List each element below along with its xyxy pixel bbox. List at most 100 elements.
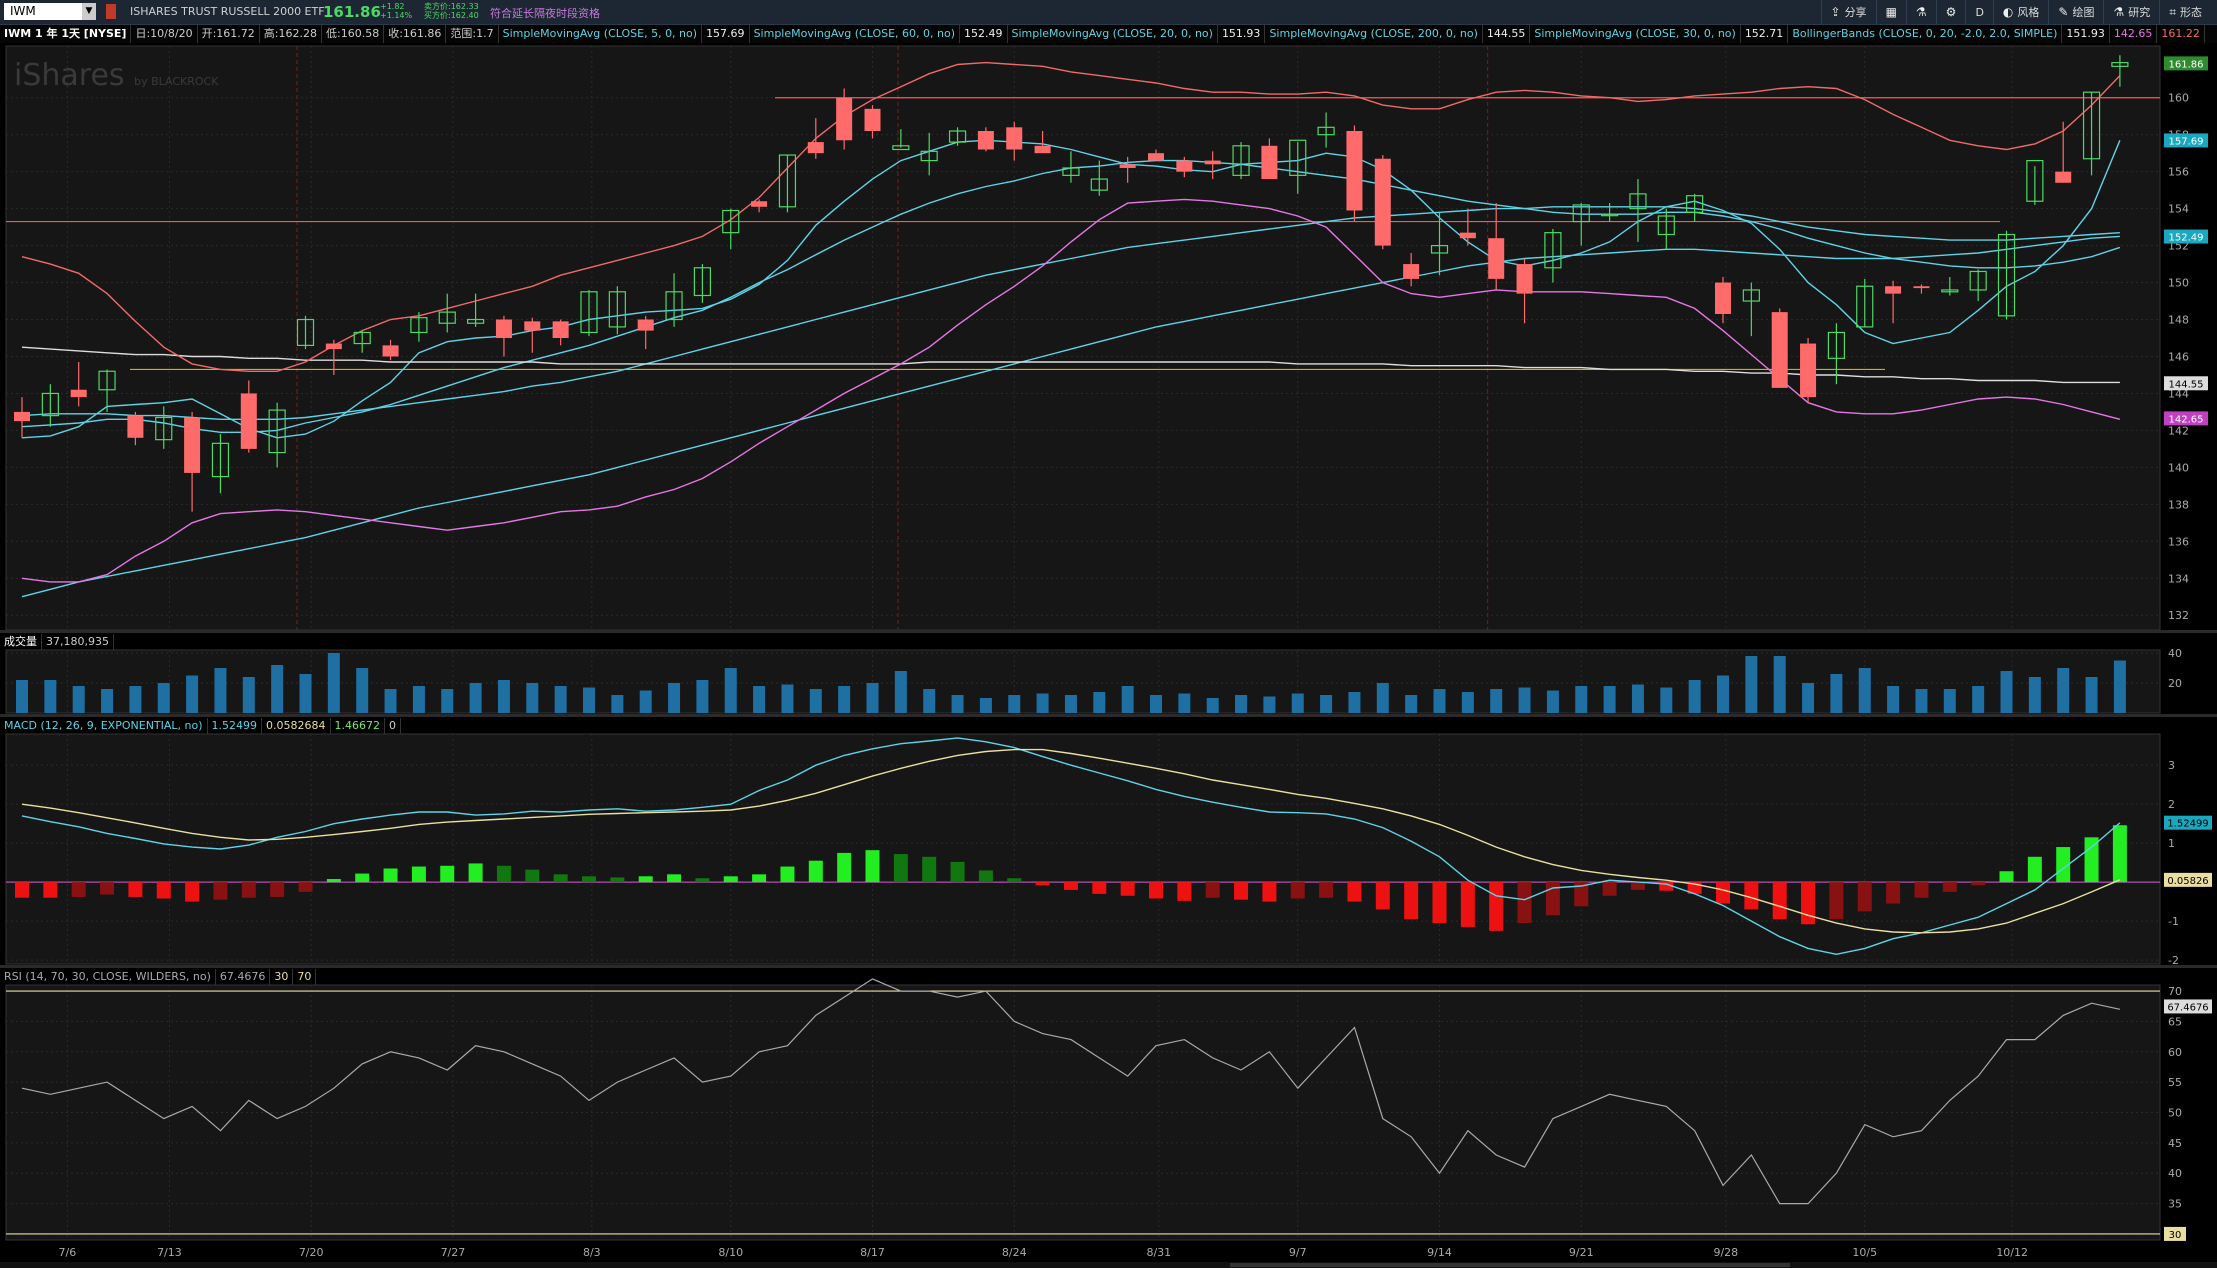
volume-bar	[1887, 686, 1900, 713]
candle-body	[1148, 153, 1164, 161]
candle-body	[977, 131, 994, 150]
macd-histogram-bar	[1460, 882, 1475, 927]
candle-body	[127, 415, 144, 438]
chart-symbol-label[interactable]: IWM 1 年 1天 [NYSE]	[0, 25, 132, 43]
x-tick-label: 9/7	[1289, 1246, 1307, 1259]
volume-bar	[1263, 696, 1276, 713]
price-tick-label: 146	[2168, 350, 2189, 363]
volume-bar	[951, 695, 964, 713]
macd-histogram-bar	[1035, 882, 1050, 886]
candle-body	[1459, 232, 1476, 239]
volume-bar	[1405, 695, 1418, 713]
study-value: 151.93	[1218, 25, 1266, 43]
macd-diff: 1.46672	[331, 718, 386, 734]
volume-bar	[157, 683, 170, 713]
candle-body	[836, 97, 853, 141]
bar-open: 开:161.72	[198, 25, 260, 43]
chart-canvas[interactable]: 7/6 7/13 7/20 7/27 8/3 8/10 8/17 8/24 8/31 9/7 9/1…	[0, 0, 2217, 1268]
x-tick-label: 10/5	[1852, 1246, 1877, 1259]
volume-bar	[1972, 686, 1985, 713]
price-tick-label: 136	[2168, 535, 2189, 548]
rsi-os-badge-label: 30	[2169, 1230, 2182, 1241]
volume-bar	[412, 686, 425, 713]
ext-hours-badge: 符合延长隔夜时段资格	[490, 7, 600, 20]
toolbar-button-8[interactable]: ⌗ 形态	[2159, 0, 2211, 24]
toolbar-button-7[interactable]: ⚗ 研究	[2103, 0, 2159, 24]
toolbar-button-4[interactable]: D	[1965, 0, 1992, 24]
last-price: 161.86	[323, 3, 381, 21]
macd-histogram-bar	[1149, 882, 1163, 899]
rsi-tick-label: 35	[2168, 1198, 2182, 1211]
volume-bar	[1858, 668, 1871, 713]
macd-histogram-bar	[1205, 882, 1220, 898]
toolbar-button-5[interactable]: ◐ 风格	[1992, 0, 2048, 24]
study-value: 157.69	[702, 25, 750, 43]
toolbar-button-label: 分享	[1844, 6, 1867, 19]
bollinger-label[interactable]: BollingerBands (CLOSE, 0, 20, -2.0, 2.0,…	[1788, 25, 2063, 43]
volume-bar	[1150, 695, 1162, 713]
rsi-value: 67.4676	[216, 969, 271, 985]
study-label[interactable]: SimpleMovingAvg (CLOSE, 20, 0, no)	[1008, 25, 1218, 43]
volume-bar	[2085, 677, 2098, 713]
volume-bar	[1008, 695, 1021, 713]
study-label[interactable]: SimpleMovingAvg (CLOSE, 60, 0, no)	[750, 25, 960, 43]
toolbar-button-6[interactable]: ✎ 绘图	[2048, 0, 2103, 24]
bollinger-mid: 151.93	[2062, 25, 2110, 43]
macd-histogram-bar	[865, 850, 880, 883]
macd-histogram-bar	[2027, 856, 2042, 883]
candle-body	[325, 343, 342, 350]
macd-histogram-bar	[610, 877, 625, 883]
toolbar-button-1[interactable]: ▦	[1875, 0, 1906, 24]
study-label[interactable]: SimpleMovingAvg (CLOSE, 5, 0, no)	[499, 25, 703, 43]
macd-badge-label: 0.05826	[2167, 876, 2208, 887]
study-label[interactable]: SimpleMovingAvg (CLOSE, 30, 0, no)	[1530, 25, 1741, 43]
candle-body	[1715, 282, 1731, 314]
volume-bar	[724, 668, 737, 713]
bar-low: 低:160.58	[322, 25, 385, 43]
volume-title[interactable]: 成交量	[0, 634, 42, 650]
toolbar-button-3[interactable]: ⚙	[1935, 0, 1966, 24]
macd-header: MACD (12, 26, 9, EXPONENTIAL, no) 1.52499…	[0, 718, 402, 734]
chevron-down-icon[interactable]: ▼	[82, 3, 96, 20]
toolbar-button-label: 风格	[2017, 6, 2040, 19]
volume-bar	[299, 674, 312, 713]
macd-histogram-bar	[468, 863, 483, 883]
price-change: +1.82 +1.14%	[380, 2, 413, 20]
flag-icon[interactable]	[106, 4, 116, 19]
macd-histogram-bar	[1319, 882, 1334, 898]
rsi-title[interactable]: RSI (14, 70, 30, CLOSE, WILDERS, no)	[0, 969, 216, 985]
macd-histogram-bar	[1404, 882, 1419, 920]
volume-tick-label: 20	[2168, 677, 2182, 690]
volume-bar	[554, 686, 567, 713]
scrollbar-thumb[interactable]	[1230, 1263, 1790, 1267]
symbol-input[interactable]: IWM ▼	[4, 3, 96, 20]
volume-bar	[1943, 689, 1956, 713]
macd-histogram-bar	[241, 882, 256, 898]
x-tick-label: 7/13	[157, 1246, 182, 1259]
toolbar-button-2[interactable]: ⚗	[1905, 0, 1936, 24]
study-label[interactable]: SimpleMovingAvg (CLOSE, 200, 0, no)	[1265, 25, 1483, 43]
macd-title[interactable]: MACD (12, 26, 9, EXPONENTIAL, no)	[0, 718, 208, 734]
volume-bar	[2057, 668, 2070, 713]
volume-bar	[2113, 660, 2126, 713]
toolbar-button-0[interactable]: ⇪ 分享	[1820, 0, 1876, 24]
candle-body	[1119, 164, 1136, 168]
macd-histogram-bar	[808, 860, 823, 883]
volume-bar	[781, 684, 794, 713]
calendar-icon: ▦	[1885, 5, 1897, 19]
macd-histogram-bar	[1914, 882, 1929, 898]
horizontal-scrollbar[interactable]	[0, 1262, 2217, 1268]
volume-bar	[1603, 686, 1616, 713]
macd-histogram-bar	[1829, 882, 1844, 920]
bid-ask: 卖方价:162.33 买方价:162.40	[424, 2, 479, 20]
volume-bar	[894, 671, 907, 713]
macd-histogram-bar	[1007, 878, 1022, 883]
macd-histogram-bar	[128, 882, 143, 897]
study-value: 144.55	[1483, 25, 1531, 43]
gear-icon: ⚙	[1945, 5, 1957, 19]
macd-histogram-bar	[1517, 882, 1532, 924]
macd-histogram-bar	[1489, 882, 1504, 931]
macd-histogram-bar	[15, 882, 29, 898]
volume-bar	[866, 683, 879, 713]
macd-avg: 0.0582684	[262, 718, 331, 734]
